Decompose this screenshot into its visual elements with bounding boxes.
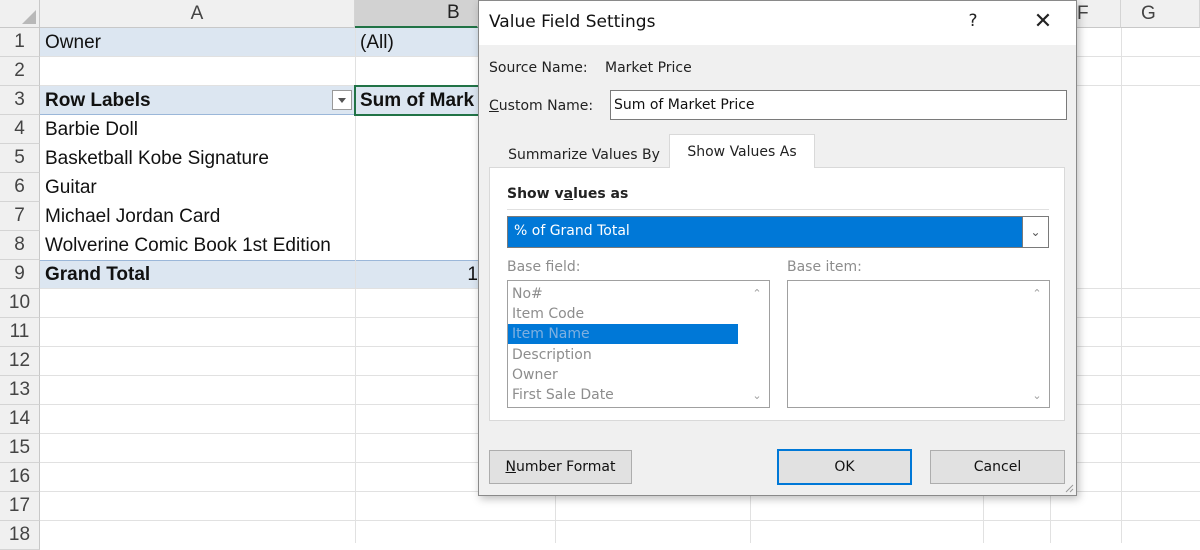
scroll-down-icon[interactable]: ⌄	[749, 387, 765, 403]
row-labels-filter-dropdown-icon[interactable]	[332, 90, 352, 110]
row-header[interactable]: 6	[0, 173, 40, 202]
base-field-list[interactable]: No# Item Code Item Name Description Owne…	[507, 280, 770, 408]
show-values-as-label: Show values as	[507, 186, 628, 202]
show-values-as-label-accesskey: a	[563, 186, 574, 202]
row-header[interactable]: 2	[0, 57, 40, 86]
row-item-cell[interactable]: Basketball Kobe Signature	[40, 144, 355, 173]
number-format-button[interactable]: Number Format	[489, 450, 632, 484]
row-header[interactable]: 14	[0, 405, 40, 434]
filter-label-cell[interactable]: Owner	[40, 28, 355, 57]
close-icon[interactable]: ✕	[1031, 11, 1055, 35]
show-values-as-label-start: Show v	[507, 186, 564, 202]
number-format-accesskey: N	[505, 459, 516, 475]
row-header[interactable]: 4	[0, 115, 40, 144]
row-header[interactable]: 10	[0, 289, 40, 318]
column-header-f[interactable]: F	[1077, 0, 1121, 28]
filter-value-cell[interactable]: (All)	[355, 28, 478, 57]
row-header[interactable]: 18	[0, 521, 40, 550]
list-item-selected[interactable]: Item Name	[508, 324, 738, 344]
row-item-cell[interactable]: Barbie Doll	[40, 115, 355, 144]
base-item-list[interactable]: ⌃ ⌄	[787, 280, 1050, 408]
resize-grip-icon[interactable]	[1064, 483, 1074, 493]
select-all-corner[interactable]	[0, 0, 40, 28]
row-header[interactable]: 1	[0, 28, 40, 57]
column-header-a[interactable]: A	[40, 0, 355, 28]
base-item-label: Base item:	[787, 259, 862, 275]
grand-total-value-cell[interactable]: 1	[355, 260, 478, 289]
scroll-up-icon[interactable]: ⌃	[1029, 285, 1045, 301]
grand-total-label-cell[interactable]: Grand Total	[40, 260, 355, 289]
scroll-up-icon[interactable]: ⌃	[749, 285, 765, 301]
row-header[interactable]: 11	[0, 318, 40, 347]
row-header[interactable]: 5	[0, 144, 40, 173]
source-name-value: Market Price	[605, 60, 692, 76]
row-header[interactable]: 16	[0, 463, 40, 492]
custom-name-label-accesskey: C	[489, 98, 499, 114]
gridline	[40, 520, 1200, 521]
gridline	[1121, 28, 1122, 543]
row-header[interactable]: 9	[0, 260, 40, 289]
show-values-as-label-end: lues as	[573, 186, 629, 202]
separator	[507, 209, 1049, 210]
list-item[interactable]: Item Code	[512, 304, 584, 324]
dialog-titlebar[interactable]: Value Field Settings ? ✕	[479, 1, 1076, 45]
row-header[interactable]: 15	[0, 434, 40, 463]
source-name-label: Source Name:	[489, 60, 588, 76]
row-header[interactable]: 12	[0, 347, 40, 376]
row-item-cell[interactable]: Wolverine Comic Book 1st Edition	[40, 231, 355, 260]
custom-name-label: Custom Name:	[489, 98, 593, 114]
row-labels-header-cell[interactable]: Row Labels	[40, 86, 355, 115]
active-cell-border	[354, 85, 480, 116]
number-format-label: umber Format	[515, 459, 616, 475]
base-field-label: Base field:	[507, 259, 581, 275]
row-header[interactable]: 8	[0, 231, 40, 260]
list-item[interactable]: No#	[512, 284, 543, 304]
show-values-as-select[interactable]: % of Grand Total ⌄	[507, 216, 1049, 248]
list-item[interactable]: Owner	[512, 365, 558, 385]
dialog-title: Value Field Settings	[489, 12, 656, 32]
ok-button[interactable]: OK	[777, 449, 912, 485]
scroll-down-icon[interactable]: ⌄	[1029, 387, 1045, 403]
row-header[interactable]: 13	[0, 376, 40, 405]
show-values-as-panel: Show values as % of Grand Total ⌄ Base f…	[489, 167, 1065, 421]
tab-show-values-as[interactable]: Show Values As	[669, 134, 815, 168]
show-values-as-selected-value: % of Grand Total	[514, 223, 630, 239]
custom-name-input[interactable]: Sum of Market Price	[610, 90, 1067, 120]
value-field-settings-dialog: Value Field Settings ? ✕ Source Name: Ma…	[478, 0, 1077, 496]
column-header-b[interactable]: B	[355, 0, 478, 28]
help-icon[interactable]: ?	[963, 11, 983, 33]
list-item[interactable]: Description	[512, 345, 592, 365]
column-header-g[interactable]: G	[1121, 0, 1200, 28]
row-item-cell[interactable]: Michael Jordan Card	[40, 202, 355, 231]
row-header[interactable]: 17	[0, 492, 40, 521]
row-item-cell[interactable]: Guitar	[40, 173, 355, 202]
cancel-button[interactable]: Cancel	[930, 450, 1065, 484]
chevron-down-icon[interactable]: ⌄	[1022, 217, 1048, 247]
row-header[interactable]: 7	[0, 202, 40, 231]
row-header[interactable]: 3	[0, 86, 40, 115]
list-item[interactable]: First Sale Date	[512, 385, 614, 405]
custom-name-label-text: ustom Name:	[498, 98, 594, 114]
